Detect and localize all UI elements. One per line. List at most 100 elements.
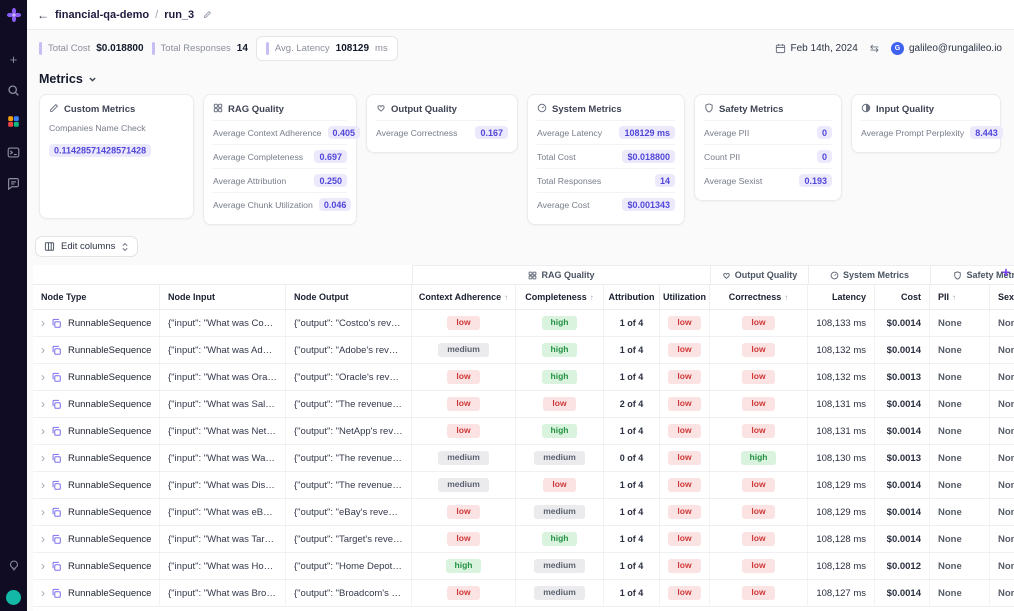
node-output-cell: {"output": "NetApp's revenue in... <box>286 418 412 444</box>
expand-chevron-icon[interactable]: › <box>41 426 45 436</box>
latency-cell: 108,130 ms <box>808 445 875 471</box>
metric-row: Average Sexist0.193 <box>704 168 832 192</box>
correctness-cell: low <box>710 364 808 390</box>
expand-chevron-icon[interactable]: › <box>41 453 45 463</box>
table-row[interactable]: › RunnableSequence {"input": "What was W… <box>33 445 1014 472</box>
table-row[interactable]: › RunnableSequence {"input": "What was T… <box>33 526 1014 553</box>
col-context-adherence[interactable]: Context Adherence↑ <box>412 285 516 309</box>
modules-icon[interactable] <box>5 113 22 130</box>
galileo-logo-icon[interactable] <box>6 7 22 28</box>
attribution-cell: 1 of 4 <box>604 472 660 498</box>
copy-node-icon[interactable] <box>51 561 62 572</box>
copy-node-icon[interactable] <box>51 588 62 599</box>
back-arrow-icon[interactable]: ← <box>37 8 49 22</box>
sexist-cell: None <box>990 553 1014 579</box>
copy-node-icon[interactable] <box>51 399 62 410</box>
copy-node-icon[interactable] <box>51 372 62 383</box>
compare-runs-icon[interactable]: ⇆ <box>870 42 879 55</box>
expand-chevron-icon[interactable]: › <box>41 318 45 328</box>
edit-columns-button[interactable]: Edit columns <box>35 236 138 257</box>
rating-badge: medium <box>534 451 585 464</box>
completeness-cell: high <box>516 364 604 390</box>
table-row[interactable]: › RunnableSequence {"input": "What was C… <box>33 310 1014 337</box>
copy-node-icon[interactable] <box>51 345 62 356</box>
table-row[interactable]: › RunnableSequence {"input": "What was H… <box>33 553 1014 580</box>
col-node-type[interactable]: Node Type <box>33 285 160 309</box>
table-row[interactable]: › RunnableSequence {"input": "What was A… <box>33 337 1014 364</box>
create-new-button[interactable]: + <box>5 51 22 68</box>
search-icon[interactable] <box>5 82 22 99</box>
group-system-metrics: System Metrics <box>808 265 930 284</box>
expand-chevron-icon[interactable]: › <box>41 345 45 355</box>
expand-chevron-icon[interactable]: › <box>41 561 45 571</box>
col-attribution[interactable]: Attribution <box>604 285 660 309</box>
console-icon[interactable] <box>5 144 22 161</box>
context-adherence-cell: low <box>412 526 516 552</box>
table-header-row: Node Type Node Input Node Output Context… <box>33 284 1014 310</box>
context-adherence-cell: medium <box>412 445 516 471</box>
expand-chevron-icon[interactable]: › <box>41 480 45 490</box>
feedback-icon[interactable] <box>5 175 22 192</box>
table-row[interactable]: › RunnableSequence {"input": "What was O… <box>33 364 1014 391</box>
table-row[interactable]: › RunnableSequence {"input": "What was B… <box>33 580 1014 607</box>
col-node-input[interactable]: Node Input <box>160 285 286 309</box>
expand-chevron-icon[interactable]: › <box>41 507 45 517</box>
metric-row: Total Responses14 <box>537 168 675 192</box>
col-utilization[interactable]: Utilization <box>660 285 710 309</box>
col-node-output[interactable]: Node Output <box>286 285 412 309</box>
user-avatar: G <box>891 42 904 55</box>
node-type-label: RunnableSequence <box>68 345 151 356</box>
support-chat-button[interactable] <box>6 590 21 605</box>
rating-badge: low <box>543 478 575 491</box>
lightbulb-icon[interactable] <box>5 557 22 574</box>
col-pii[interactable]: PII↑ <box>930 285 990 309</box>
pii-cell: None <box>930 391 990 417</box>
plus-icon: + <box>10 52 18 67</box>
table-row[interactable]: › RunnableSequence {"input": "What was S… <box>33 391 1014 418</box>
safety-metrics-icon <box>704 103 714 116</box>
rating-badge: low <box>668 451 700 464</box>
expand-chevron-icon[interactable]: › <box>41 372 45 382</box>
node-type-label: RunnableSequence <box>68 399 151 410</box>
copy-node-icon[interactable] <box>51 507 62 518</box>
col-correctness[interactable]: Correctness↑ <box>710 285 808 309</box>
col-sexist[interactable]: Sexist <box>990 285 1014 309</box>
edit-run-name-icon[interactable] <box>202 10 212 20</box>
copy-node-icon[interactable] <box>51 426 62 437</box>
pii-cell: None <box>930 553 990 579</box>
rating-badge: low <box>742 370 774 383</box>
table-row[interactable]: › RunnableSequence {"input": "What was N… <box>33 418 1014 445</box>
table-row[interactable]: › RunnableSequence {"input": "What was e… <box>33 499 1014 526</box>
expand-chevron-icon[interactable]: › <box>41 534 45 544</box>
rating-badge: low <box>447 586 479 599</box>
copy-node-icon[interactable] <box>51 318 62 329</box>
col-completeness[interactable]: Completeness↑ <box>516 285 604 309</box>
rating-badge: low <box>742 586 774 599</box>
main-area: ← financial-qa-demo / run_3 Total Cost $… <box>27 0 1014 611</box>
add-column-button[interactable]: + <box>1002 265 1010 279</box>
metric-value: 0.11428571428571428 <box>49 144 151 157</box>
table-row[interactable]: › RunnableSequence {"input": "What was D… <box>33 472 1014 499</box>
sidebar-bottom <box>5 550 22 605</box>
expand-chevron-icon[interactable]: › <box>41 399 45 409</box>
sexist-cell: None <box>990 526 1014 552</box>
node-type-label: RunnableSequence <box>68 426 151 437</box>
rating-badge: low <box>742 559 774 572</box>
copy-node-icon[interactable] <box>51 453 62 464</box>
breadcrumb-project[interactable]: financial-qa-demo <box>55 9 149 21</box>
user-menu[interactable]: G galileo@rungalileo.io <box>891 42 1002 55</box>
metric-row: Average Chunk Utilization0.046 <box>213 192 347 216</box>
node-type-label: RunnableSequence <box>68 561 151 572</box>
col-cost[interactable]: Cost <box>875 285 930 309</box>
rating-badge: medium <box>534 505 585 518</box>
node-type-cell: › RunnableSequence <box>33 499 160 525</box>
node-type-cell: › RunnableSequence <box>33 526 160 552</box>
context-adherence-cell: low <box>412 499 516 525</box>
copy-node-icon[interactable] <box>51 534 62 545</box>
col-latency[interactable]: Latency <box>808 285 875 309</box>
sidebar: + <box>0 0 27 611</box>
metrics-section-toggle[interactable]: Metrics <box>27 66 1014 94</box>
expand-chevron-icon[interactable]: › <box>41 588 45 598</box>
correctness-cell: low <box>710 337 808 363</box>
copy-node-icon[interactable] <box>51 480 62 491</box>
